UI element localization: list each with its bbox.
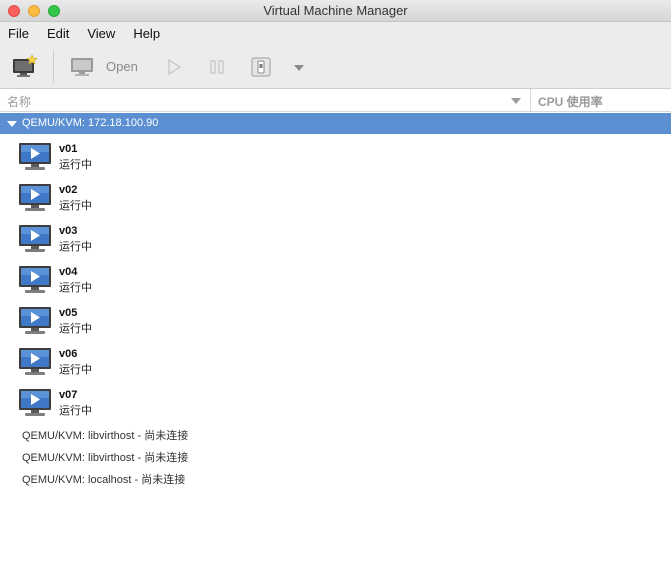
connection-row[interactable]: QEMU/KVM: libvirthost - 尚未连接 [22,427,188,443]
run-button[interactable] [165,58,183,76]
vm-status: 运行中 [59,282,92,294]
title-bar[interactable]: Virtual Machine Manager [0,0,671,22]
vm-row[interactable]: v01 运行中 [0,140,530,181]
sort-arrow-icon[interactable] [511,98,521,104]
vm-row[interactable]: v02 运行中 [0,181,530,222]
column-divider[interactable] [530,89,531,112]
vm-running-icon [18,306,52,339]
pause-icon [210,60,224,74]
connection-row[interactable]: QEMU/KVM: localhost - 尚未连接 [22,471,185,487]
vm-name: v03 [59,225,78,237]
vm-name: v04 [59,266,78,278]
vm-name: v07 [59,389,78,401]
vm-name: v05 [59,307,78,319]
column-header: 名称 CPU 使用率 [0,89,671,112]
vm-running-icon [18,183,52,216]
play-icon [168,58,182,76]
monitor-icon [71,58,93,76]
vm-status: 运行中 [59,159,92,171]
vm-status: 运行中 [59,241,92,253]
connection-row-selected[interactable]: QEMU/KVM: 172.18.100.90 [0,113,671,134]
vm-row[interactable]: v06 运行中 [0,345,530,386]
vm-status: 运行中 [59,364,92,376]
vm-status: 运行中 [59,323,92,335]
vm-status: 运行中 [59,405,92,417]
expand-arrow-icon[interactable] [7,121,17,127]
connection-row[interactable]: QEMU/KVM: libvirthost - 尚未连接 [22,449,188,465]
menu-view[interactable]: View [87,26,115,41]
vm-running-icon [18,265,52,298]
vm-row[interactable]: v03 运行中 [0,222,530,263]
vm-name: v01 [59,143,78,155]
vm-running-icon [18,388,52,421]
menu-edit[interactable]: Edit [47,26,69,41]
name-column-header[interactable]: 名称 [7,93,31,110]
shutdown-button[interactable] [250,56,272,78]
shutdown-dropdown-button[interactable] [292,63,306,73]
vm-name: v02 [59,184,78,196]
app-window: Virtual Machine Manager File Edit View H… [0,0,671,572]
vm-running-icon [18,224,52,257]
cpu-usage-column-header[interactable]: CPU 使用率 [538,93,603,110]
toolbar: Open [0,44,671,89]
menu-bar: File Edit View Help [0,22,671,44]
vm-name: v06 [59,348,78,360]
open-button-label[interactable]: Open [106,59,138,74]
new-vm-icon [13,54,38,77]
vm-running-icon [18,142,52,175]
chevron-down-icon [294,65,304,71]
power-icon [251,57,271,77]
menu-file[interactable]: File [8,26,29,41]
vm-row[interactable]: v07 运行中 [0,386,530,427]
vm-status: 运行中 [59,200,92,212]
menu-help[interactable]: Help [133,26,160,41]
vm-running-icon [18,347,52,380]
pause-button[interactable] [208,58,226,76]
connection-label: QEMU/KVM: 172.18.100.90 [22,117,159,129]
new-vm-button[interactable] [12,54,38,78]
open-button[interactable] [70,56,94,78]
vm-row[interactable]: v05 运行中 [0,304,530,345]
toolbar-separator [53,50,54,83]
window-title: Virtual Machine Manager [263,3,408,18]
vm-row[interactable]: v04 运行中 [0,263,530,304]
